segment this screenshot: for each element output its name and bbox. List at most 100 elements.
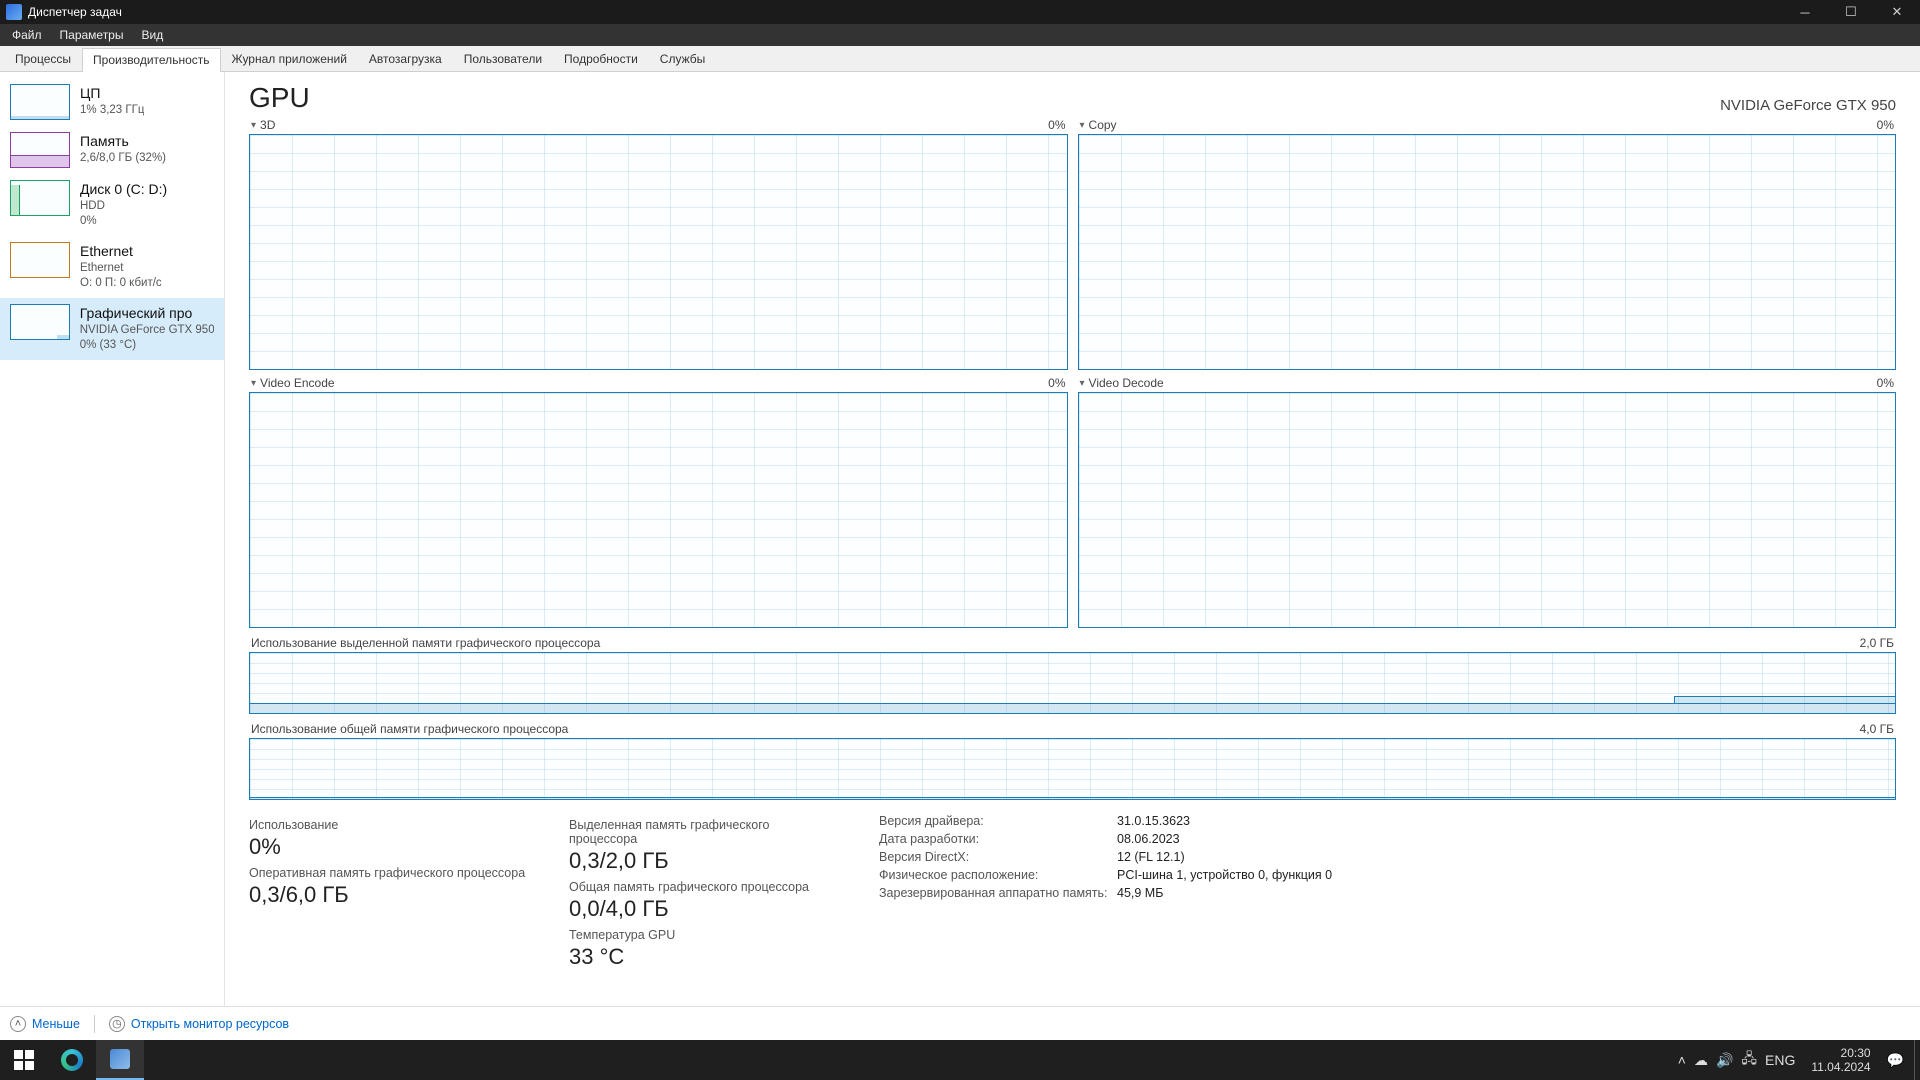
reserved-key: Зарезервированная аппаратно память: xyxy=(879,886,1109,900)
chart-video-decode: ▾Video Decode 0% xyxy=(1078,376,1897,628)
chevron-up-icon: ˄ xyxy=(10,1016,26,1032)
fewer-details-label: Меньше xyxy=(32,1017,80,1031)
menu-view[interactable]: Вид xyxy=(133,26,171,44)
tab-processes[interactable]: Процессы xyxy=(4,47,82,71)
tab-performance[interactable]: Производительность xyxy=(82,48,220,72)
dedicated-label: Выделенная память графического процессор… xyxy=(569,818,839,846)
shared-mem-canvas xyxy=(249,738,1896,800)
memory-thumbnail xyxy=(10,132,70,168)
driver-version-value: 31.0.15.3623 xyxy=(1117,814,1190,828)
titlebar: Диспетчер задач ─ ☐ ✕ xyxy=(0,0,1920,24)
tray-volume-icon[interactable]: 🔊 xyxy=(1716,1052,1733,1069)
reserved-value: 45,9 МБ xyxy=(1117,886,1163,900)
minimize-button[interactable]: ─ xyxy=(1782,0,1828,24)
chart-encode-value: 0% xyxy=(1048,376,1065,390)
close-button[interactable]: ✕ xyxy=(1874,0,1920,24)
sidebar-cpu-sub: 1% 3,23 ГГц xyxy=(80,103,144,119)
chevron-down-icon[interactable]: ▾ xyxy=(1080,120,1085,131)
chart-encode-label[interactable]: Video Encode xyxy=(260,376,335,390)
sidebar-item-ethernet[interactable]: Ethernet Ethernet О: 0 П: 0 кбит/с xyxy=(0,236,224,298)
taskbar-time: 20:30 xyxy=(1811,1046,1870,1060)
tray-onedrive-icon[interactable]: ☁ xyxy=(1694,1052,1708,1069)
cpu-thumbnail xyxy=(10,84,70,120)
show-desktop-button[interactable] xyxy=(1914,1040,1920,1080)
detail-panel: GPU NVIDIA GeForce GTX 950 ▾ 3D 0% ▾ Copy … xyxy=(225,72,1920,1006)
main-area: ЦП 1% 3,23 ГГц Память 2,6/8,0 ГБ (32%) Д… xyxy=(0,72,1920,1006)
maximize-button[interactable]: ☐ xyxy=(1828,0,1874,24)
sidebar-ethernet-name: Ethernet xyxy=(80,242,162,261)
edge-icon xyxy=(61,1049,83,1071)
fewer-details-button[interactable]: ˄ Меньше xyxy=(10,1016,80,1032)
sidebar-gpu-name: Графический про xyxy=(80,304,214,323)
tab-app-history[interactable]: Журнал приложений xyxy=(221,47,358,71)
taskbar-date: 11.04.2024 xyxy=(1811,1060,1870,1074)
detail-header: GPU NVIDIA GeForce GTX 950 xyxy=(249,82,1896,114)
sidebar-gpu-sub1: NVIDIA GeForce GTX 950 xyxy=(80,323,214,339)
tray-network-icon[interactable]: 🖧 xyxy=(1741,1048,1757,1072)
temp-label: Температура GPU xyxy=(569,928,839,942)
chevron-down-icon[interactable]: ▾ xyxy=(251,378,256,389)
sidebar-disk-sub1: HDD xyxy=(80,199,167,215)
start-button[interactable] xyxy=(0,1040,48,1080)
chart-3d-label[interactable]: 3D xyxy=(260,118,275,132)
notifications-icon[interactable]: 💬 xyxy=(1887,1052,1904,1069)
ethernet-thumbnail xyxy=(10,242,70,278)
driver-version-key: Версия драйвера: xyxy=(879,814,1109,828)
stats-block: Использование 0% Оперативная память граф… xyxy=(249,814,1896,976)
tab-strip: Процессы Производительность Журнал прило… xyxy=(0,46,1920,72)
menu-options[interactable]: Параметры xyxy=(52,26,132,44)
chart-decode-label[interactable]: Video Decode xyxy=(1089,376,1164,390)
tab-users[interactable]: Пользователи xyxy=(453,47,553,71)
sidebar-disk-sub2: 0% xyxy=(80,214,167,230)
chart-decode-canvas xyxy=(1078,392,1897,628)
disk-thumbnail xyxy=(10,180,70,216)
shared-memory-chart: Использование общей памяти графического … xyxy=(249,722,1896,800)
taskbar: ˄ ☁ 🔊 🖧 ENG 20:30 11.04.2024 💬 xyxy=(0,1040,1920,1080)
chart-3d: ▾3D 0% xyxy=(249,118,1068,370)
sidebar-ethernet-sub1: Ethernet xyxy=(80,261,162,277)
driver-date-key: Дата разработки: xyxy=(879,832,1109,846)
sidebar-cpu-name: ЦП xyxy=(80,84,144,103)
sidebar-memory-sub: 2,6/8,0 ГБ (32%) xyxy=(80,151,166,167)
gpu-mem-label: Оперативная память графического процессо… xyxy=(249,866,529,880)
sidebar-item-gpu[interactable]: Графический про NVIDIA GeForce GTX 950 0… xyxy=(0,298,224,360)
gpu-engine-charts: ▾ 3D 0% ▾ Copy 0% ▾ Video Encode 0% xyxy=(249,118,1896,628)
tab-services[interactable]: Службы xyxy=(649,47,716,71)
chart-copy-label[interactable]: Copy xyxy=(1089,118,1117,132)
temp-value: 33 °C xyxy=(569,944,839,970)
tray-chevron-icon[interactable]: ˄ xyxy=(1678,1052,1686,1068)
chevron-down-icon[interactable]: ▾ xyxy=(251,120,256,131)
dedicated-mem-max: 2,0 ГБ xyxy=(1860,636,1894,650)
sidebar-item-disk[interactable]: Диск 0 (C: D:) HDD 0% xyxy=(0,174,224,236)
detail-title: GPU xyxy=(249,82,310,114)
shared-mem-max: 4,0 ГБ xyxy=(1860,722,1894,736)
taskbar-task-manager[interactable] xyxy=(96,1040,144,1080)
usage-value: 0% xyxy=(249,834,529,860)
sidebar-disk-name: Диск 0 (C: D:) xyxy=(80,180,167,199)
sidebar: ЦП 1% 3,23 ГГц Память 2,6/8,0 ГБ (32%) Д… xyxy=(0,72,225,1006)
tab-startup[interactable]: Автозагрузка xyxy=(358,47,453,71)
chevron-down-icon[interactable]: ▾ xyxy=(1080,378,1085,389)
sidebar-item-cpu[interactable]: ЦП 1% 3,23 ГГц xyxy=(0,78,224,126)
open-resource-monitor-button[interactable]: ◷ Открыть монитор ресурсов xyxy=(109,1016,289,1032)
tab-details[interactable]: Подробности xyxy=(553,47,649,71)
task-manager-icon xyxy=(110,1049,130,1069)
directx-value: 12 (FL 12.1) xyxy=(1117,850,1185,864)
sidebar-item-memory[interactable]: Память 2,6/8,0 ГБ (32%) xyxy=(0,126,224,174)
usage-label: Использование xyxy=(249,818,529,832)
chart-3d-canvas xyxy=(249,134,1068,370)
chart-copy: ▾ Copy 0% xyxy=(1078,118,1897,370)
sidebar-ethernet-sub2: О: 0 П: 0 кбит/с xyxy=(80,276,162,292)
taskbar-edge[interactable] xyxy=(48,1040,96,1080)
gpu-mem-value: 0,3/6,0 ГБ xyxy=(249,882,529,908)
gpu-thumbnail xyxy=(10,304,70,340)
gpu-model: NVIDIA GeForce GTX 950 xyxy=(1720,97,1896,114)
menu-bar: Файл Параметры Вид xyxy=(0,24,1920,46)
tray-language[interactable]: ENG xyxy=(1765,1052,1795,1068)
menu-file[interactable]: Файл xyxy=(4,26,50,44)
shared-label: Общая память графического процессора xyxy=(569,880,839,894)
location-value: PCI-шина 1, устройство 0, функция 0 xyxy=(1117,868,1332,882)
taskbar-clock[interactable]: 20:30 11.04.2024 xyxy=(1803,1046,1878,1075)
chart-video-encode: ▾ Video Encode 0% xyxy=(249,376,1068,628)
chart-copy-value: 0% xyxy=(1877,118,1894,132)
